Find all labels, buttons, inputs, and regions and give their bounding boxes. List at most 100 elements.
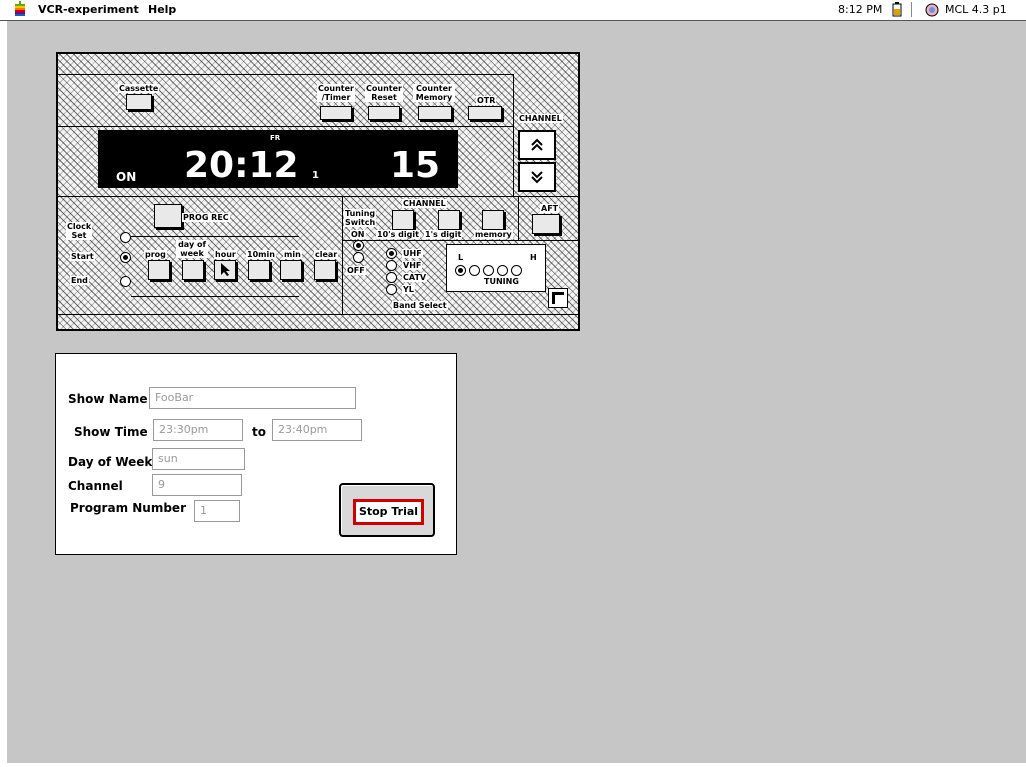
hour-button[interactable] — [214, 260, 236, 280]
ones-digit-button[interactable] — [438, 210, 460, 230]
battery-icon[interactable] — [892, 2, 902, 17]
clear-button[interactable] — [314, 260, 336, 280]
band-vhf-radio[interactable] — [386, 260, 397, 271]
clear-label: clear — [314, 250, 339, 259]
band-catv-radio[interactable] — [386, 272, 397, 283]
band-uhf-radio[interactable] — [386, 248, 397, 259]
screen-edge-bottom — [0, 763, 1026, 767]
program-number-label: Program Number — [70, 501, 186, 515]
tuning-off-label: OFF — [346, 266, 366, 275]
min-label: min — [283, 250, 302, 259]
program-number-field[interactable]: 1 — [194, 500, 240, 522]
menu-clock[interactable]: 8:12 PM — [838, 3, 882, 16]
vcr-panel: Cassette Counter /Timer Counter Reset Co… — [56, 52, 580, 331]
vcr-display: FR ON 20:12 1 15 — [98, 130, 458, 188]
double-chevron-down-icon — [531, 171, 543, 184]
channel-up-button[interactable] — [518, 130, 556, 160]
day-of-week-label: day of week — [176, 240, 208, 258]
menu-bar: VCR-experiment Help 8:12 PM MCL 4.3 p1 — [0, 0, 1026, 21]
to-label: to — [252, 425, 266, 439]
counter-memory-label: Counter Memory — [413, 84, 455, 102]
channel-digit-label: CHANNEL — [402, 199, 447, 208]
ones-digit-label: 1's digit — [424, 230, 463, 239]
aft-button[interactable] — [532, 214, 560, 234]
show-time-label: Show Time — [74, 425, 148, 439]
clock-set-label: Clock Set — [66, 222, 92, 240]
end-label: End — [70, 276, 89, 285]
band-vhf-label: VHF — [402, 261, 423, 270]
cassette-button[interactable] — [126, 94, 152, 110]
show-info-panel: Show Name FooBar Show Time 23:30pm to 23… — [55, 353, 457, 555]
divider — [58, 314, 578, 315]
menu-vcr-experiment[interactable]: VCR-experiment — [38, 3, 139, 16]
display-program: 1 — [312, 170, 319, 181]
menu-divider — [911, 2, 912, 17]
counter-timer-button[interactable] — [320, 106, 352, 120]
day-of-week-field[interactable]: sun — [152, 448, 245, 470]
divider — [58, 74, 513, 75]
resize-corner[interactable] — [548, 288, 568, 308]
day-of-week-button[interactable] — [182, 260, 204, 280]
min-button[interactable] — [280, 260, 302, 280]
10min-button[interactable] — [248, 260, 270, 280]
application-menu-icon[interactable] — [925, 3, 939, 17]
tuning-on-radio[interactable] — [353, 240, 364, 251]
channel-down-button[interactable] — [518, 162, 556, 192]
show-time-end-field[interactable]: 23:40pm — [272, 419, 362, 441]
counter-reset-label: Counter Reset — [365, 84, 403, 102]
divider — [342, 240, 578, 241]
counter-timer-label: Counter /Timer — [317, 84, 355, 102]
tuning-position-2[interactable] — [469, 265, 480, 276]
tuning-off-radio[interactable] — [353, 252, 364, 263]
band-catv-label: CATV — [402, 273, 428, 282]
tuning-position-5[interactable] — [511, 265, 522, 276]
counter-reset-button[interactable] — [368, 106, 400, 120]
divider — [58, 196, 578, 197]
clock-set-radio[interactable] — [120, 232, 131, 243]
prog-rec-button[interactable] — [154, 204, 182, 228]
tuning-position-4[interactable] — [497, 265, 508, 276]
otr-button[interactable] — [468, 106, 502, 120]
display-status: ON — [116, 170, 137, 184]
tuning-label: TUNING — [483, 277, 520, 286]
arrow-cursor-icon — [221, 263, 230, 276]
tuning-position-3[interactable] — [483, 265, 494, 276]
prog-label: prog — [144, 250, 167, 259]
cassette-label: Cassette — [118, 84, 160, 93]
aft-label: AFT — [540, 204, 560, 213]
show-name-field[interactable]: FooBar — [149, 387, 356, 409]
10min-label: 10min — [246, 250, 276, 259]
channel-label: Channel — [68, 479, 123, 493]
tuning-high-label: H — [529, 253, 538, 262]
band-yl-radio[interactable] — [386, 284, 397, 295]
band-yl-label: YL — [402, 285, 415, 294]
stop-trial-label: Stop Trial — [353, 499, 424, 525]
display-channel: 15 — [390, 145, 441, 186]
tuning-position-1[interactable] — [455, 265, 466, 276]
memory-label: memory — [474, 230, 513, 239]
counter-memory-button[interactable] — [418, 106, 452, 120]
channel-field[interactable]: 9 — [152, 474, 242, 496]
channel-label: CHANNEL — [518, 114, 563, 123]
tens-digit-button[interactable] — [392, 210, 414, 230]
menu-app-name[interactable]: MCL 4.3 p1 — [945, 3, 1007, 16]
day-of-week-label: Day of Week — [68, 455, 153, 469]
menu-help[interactable]: Help — [148, 3, 176, 16]
corner-mark-v — [552, 292, 555, 304]
apple-menu-icon[interactable] — [12, 1, 28, 17]
start-radio[interactable] — [120, 252, 131, 263]
bracket-line — [131, 296, 299, 297]
memory-button[interactable] — [482, 210, 504, 230]
tuning-low-label: L — [457, 253, 465, 262]
stop-trial-button[interactable]: Stop Trial — [339, 483, 435, 537]
end-radio[interactable] — [120, 276, 131, 287]
show-time-start-field[interactable]: 23:30pm — [153, 419, 243, 441]
prog-button[interactable] — [148, 260, 170, 280]
tuning-on-label: ON — [350, 230, 366, 239]
band-uhf-label: UHF — [402, 249, 423, 258]
otr-label: OTR — [476, 96, 497, 105]
band-select-label: Band Select — [392, 301, 448, 310]
tuning-box: L H TUNING — [446, 244, 546, 292]
tens-digit-label: 10's digit — [376, 230, 420, 239]
divider — [58, 126, 513, 127]
